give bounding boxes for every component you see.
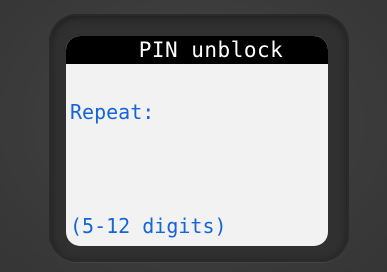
title-bar: PIN unblock: [66, 36, 328, 64]
repeat-prompt-label: Repeat:: [70, 100, 155, 124]
digit-range-hint: (5-12 digits): [70, 214, 227, 238]
screen-title: PIN unblock: [138, 38, 284, 62]
device-screen: PIN unblock Repeat: (5-12 digits): [66, 36, 328, 246]
